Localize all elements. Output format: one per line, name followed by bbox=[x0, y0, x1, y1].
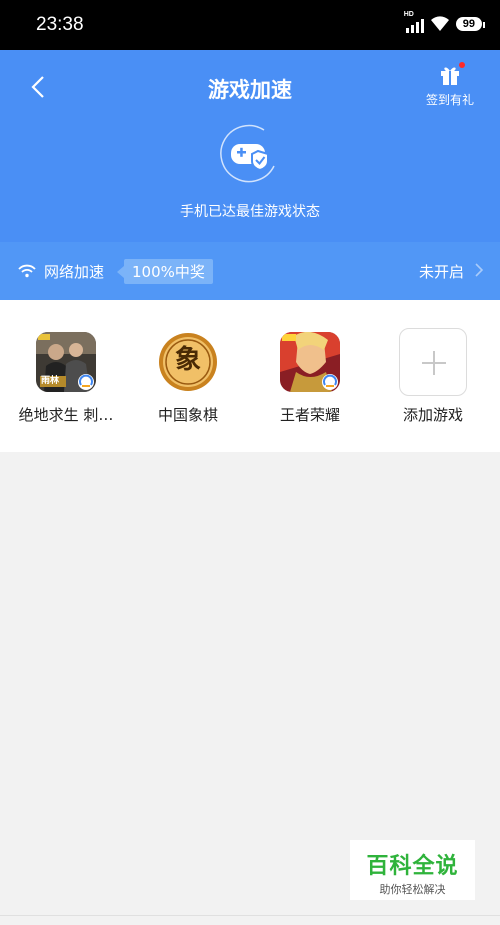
notification-dot bbox=[459, 62, 465, 68]
watermark-title: 百科全说 bbox=[366, 854, 459, 879]
status-icons: HD 99 bbox=[404, 11, 486, 33]
game-item-pubg[interactable]: 雨林 绝地求生 刺… bbox=[6, 332, 126, 425]
add-game-button[interactable]: 添加游戏 bbox=[373, 328, 493, 425]
network-type-label: HD bbox=[403, 11, 414, 18]
chevron-right-icon bbox=[475, 263, 484, 277]
add-game-label: 添加游戏 bbox=[402, 406, 463, 424]
watermark-subtitle: 助你轻松解决 bbox=[379, 883, 446, 896]
wifi-icon bbox=[430, 16, 449, 31]
checkin-button[interactable]: 签到有礼 bbox=[422, 62, 478, 108]
tencent-logo-icon bbox=[322, 374, 338, 390]
watermark-logo: 百科全说 助你轻松解决 bbox=[350, 840, 475, 900]
gift-icon bbox=[439, 62, 465, 86]
game-name: 王者荣耀 bbox=[279, 406, 340, 424]
game-controller-icon bbox=[220, 124, 275, 183]
game-name: 中国象棋 bbox=[157, 406, 218, 424]
honor-of-kings-icon bbox=[280, 332, 340, 392]
battery-icon: 99 bbox=[455, 17, 486, 31]
status-time: 23:38 bbox=[36, 14, 84, 35]
chess-piece-glyph: 象 bbox=[174, 345, 201, 375]
signal-icon: HD bbox=[404, 11, 424, 33]
plus-icon bbox=[399, 328, 467, 396]
promo-badge: 100%中奖 bbox=[117, 258, 213, 284]
pubg-icon: 雨林 bbox=[36, 332, 96, 392]
device-status-text: 手机已达最佳游戏状态 bbox=[180, 204, 320, 220]
network-acceleration-label: 网络加速 bbox=[44, 262, 105, 281]
wifi-icon bbox=[18, 264, 36, 278]
tencent-logo-icon bbox=[78, 374, 94, 390]
header: 游戏加速 签到有礼 手机已达最佳游戏状态 bbox=[0, 50, 500, 242]
game-item-honor-of-kings[interactable]: 王者荣耀 bbox=[250, 332, 370, 425]
network-acceleration-row[interactable]: 网络加速 100%中奖 未开启 bbox=[0, 242, 500, 300]
chinese-chess-icon: 象 bbox=[158, 332, 218, 392]
status-bar: 23:38 HD 99 bbox=[0, 0, 500, 50]
game-list: 雨林 绝地求生 刺… 象 中国象棋 王者荣耀 添加游戏 bbox=[0, 300, 500, 452]
checkin-label: 签到有礼 bbox=[425, 93, 474, 107]
bottom-divider bbox=[0, 915, 500, 916]
network-acceleration-state: 未开启 bbox=[418, 263, 464, 281]
pubg-badge-text: 雨林 bbox=[41, 376, 60, 386]
game-name: 绝地求生 刺… bbox=[18, 406, 114, 424]
game-item-chinese-chess[interactable]: 象 中国象棋 bbox=[128, 332, 248, 425]
